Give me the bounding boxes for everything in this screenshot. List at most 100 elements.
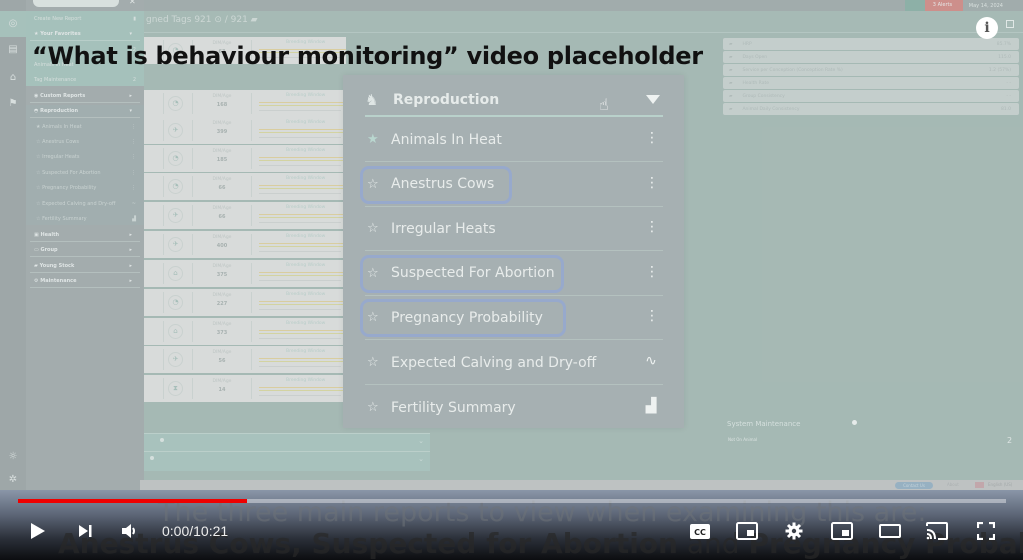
cast-button[interactable] [924,517,950,545]
dim-age-label: DIM/Age [212,264,232,269]
hand-cursor-icon: ☝ [599,95,609,114]
animal-card: ✈ DIM/Age 400 Breeding Window [144,231,346,258]
breeding-window-label: Breeding Window [286,148,326,153]
breeding-window-label: Breeding Window [286,176,326,181]
star-outline-icon[interactable]: ☆ [365,400,391,415]
popup-item-suspected-for-abortion[interactable]: ☆ Suspected For Abortion ⋮ [360,252,663,296]
search-input [33,0,119,7]
kpi-value: - - [1006,93,1011,99]
theater-mode-button[interactable] [877,517,903,545]
reports-icon: ▤ [8,44,18,55]
menu-fertility-summary: ☆ Fertility Summary ▟ [36,216,136,222]
video-player[interactable]: 3 Alerts May 14, 2024 gned Tags 921 ⊙ / … [0,0,1023,560]
dim-age-label: DIM/Age [212,149,232,154]
cast-icon [926,522,948,540]
popup-item-pregnancy-probability[interactable]: ☆ Pregnancy Probability ⋮ [360,296,663,341]
filter-secondary: ⌄ [144,451,430,469]
kpi-label: Days Open [742,54,768,60]
menu-irregular-heats: ☆ Irregular Heats ⋮ [36,154,136,160]
assigned-tags: gned Tags 921 ⊙ / 921 ▰ [146,15,258,25]
status-icon: ◔ [168,179,183,194]
volume-button[interactable] [118,517,142,545]
fullscreen-button[interactable] [973,517,999,545]
dim-age-value: 227 [216,301,228,307]
breeding-window-label: Breeding Window [286,93,326,98]
progress-played [18,499,248,503]
star-outline-icon[interactable]: ☆ [365,355,391,370]
next-button[interactable] [73,517,97,545]
contact-us-button: Contact Us [895,482,933,489]
system-maintenance-title: System Maintenance [727,420,801,428]
cow-icon-button [904,0,925,11]
dim-age-value: 399 [216,129,228,135]
settings-icon [785,522,803,540]
popup-item-animals-in-heat[interactable]: ★ Animals In Heat ⋮ [365,118,663,162]
star-outline-icon[interactable]: ☆ [365,221,391,236]
video-title: “What is behaviour monitoring” video pla… [32,42,703,70]
menu-young-stock: ▰ Young Stock ▸ [30,259,140,273]
status-icon: ✈ [168,237,183,252]
status-icon: ⌂ [168,324,183,339]
animal-card: ◔ DIM/Age 168 Breeding Window [144,90,346,117]
popup-item-anestrus-cows[interactable]: ☆ Anestrus Cows ⋮ [360,163,663,207]
status-icon: ◔ [168,151,183,166]
volume-icon [122,524,135,538]
language-select: English (US) [988,482,1013,487]
popup-item-irregular-heats[interactable]: ☆ Irregular Heats ⋮ [365,207,663,252]
time-display: 0:00/10:21 [162,523,229,539]
kpi-row: ▰ Animal Daily Consistency 81.0 [723,103,1019,115]
more-icon[interactable]: ⋮ [645,130,659,146]
highlight-box [360,165,512,204]
more-icon[interactable]: ⋮ [645,264,659,280]
miniplayer-button[interactable] [734,517,760,545]
star-filled-icon[interactable]: ★ [365,132,391,147]
next-icon [79,525,92,537]
more-icon[interactable]: ⋮ [645,308,659,324]
popup-item-expected-calving-and-dry-off[interactable]: ☆ Expected Calving and Dry-off ∿ [365,341,663,385]
menu-group: ▭ Group ▸ [30,243,140,257]
dim-age-value: 375 [216,272,228,278]
menu-animals-in-heat: ★ Animals In Heat ⋮ [36,124,136,130]
more-icon[interactable]: ⋮ [645,219,659,235]
bar-chart-icon[interactable]: ▟ [645,398,657,414]
fullscreen-icon [977,522,995,540]
dim-age-label: DIM/Age [212,322,232,327]
user-icon [1009,0,1023,11]
breeding-window-label: Breeding Window [286,234,326,239]
trend-icon[interactable]: ∿ [645,353,657,369]
highlight-box [360,299,566,338]
captions-button[interactable]: CC [688,517,712,545]
close-icon: ✕ [129,0,136,6]
fav-tag-maintenance: Tag Maintenance 2 [34,77,136,83]
kpi-icon: ▰ [729,106,733,112]
popup-item-label: Fertility Summary [391,399,516,416]
settings-button[interactable] [782,517,806,545]
progress-bar[interactable] [18,499,1006,503]
more-icon[interactable]: ⋮ [645,175,659,191]
your-favorites: ★ Your Favorites ▾ [30,27,140,41]
animal-card: ✈ DIM/Age 399 Breeding Window [144,117,346,144]
highlight-box [360,254,564,293]
play-icon [31,523,45,539]
cow-herd-icon: ♞ [365,91,379,109]
animal-card: ✈ DIM/Age 56 Breeding Window [144,346,346,373]
status-icon: ◔ [168,96,183,111]
status-icon: ⌂ [168,266,183,281]
kpi-label: Group Consistency [742,93,785,99]
play-button[interactable] [26,517,50,545]
pip-button[interactable] [829,517,855,545]
kpi-value: 115.0 [998,54,1011,60]
popup-item-label: Irregular Heats [391,220,496,237]
dim-age-label: DIM/Age [212,206,232,211]
kpi-row: ▰ Group Consistency - - [723,90,1019,102]
animal-card: ✈ DIM/Age 66 Breeding Window [144,202,346,229]
lightbulb-icon: ☼ [8,451,18,462]
kpi-icon: ▰ [729,54,733,60]
info-icon[interactable]: i [976,17,998,39]
status-icon: ◔ [168,295,183,310]
popup-item-label: Expected Calving and Dry-off [391,354,597,371]
miniplayer-icon [736,522,758,540]
animal-card: ◔ DIM/Age 227 Breeding Window [144,289,346,316]
popup-item-fertility-summary[interactable]: ☆ Fertility Summary ▟ [365,386,663,430]
dim-age-label: DIM/Age [212,177,232,182]
